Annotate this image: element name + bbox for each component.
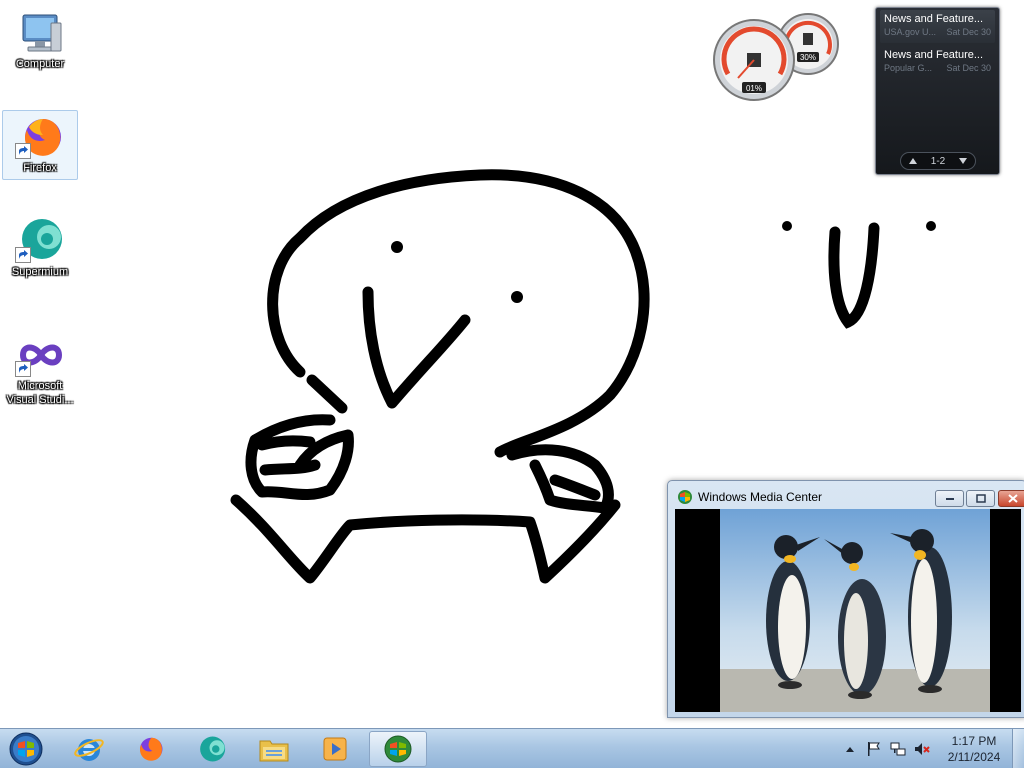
news-date: Sat Dec 30 [946, 63, 991, 73]
show-hidden-icons-button[interactable] [841, 740, 859, 758]
supermium-icon [200, 736, 226, 762]
show-desktop-button[interactable] [1012, 729, 1024, 768]
file-explorer-icon [259, 740, 289, 762]
news-page-indicator: 1-2 [930, 155, 946, 167]
news-title: News and Feature... [884, 13, 984, 25]
media-center-icon [678, 490, 692, 504]
previous-arrow-icon[interactable] [907, 155, 919, 167]
taskbar-media-center[interactable] [369, 731, 427, 767]
flag-icon [868, 742, 880, 756]
close-button[interactable] [998, 490, 1024, 507]
doodle-body [230, 494, 621, 584]
desktop-icon-label: Firefox [23, 162, 57, 174]
doodle-chin [306, 374, 348, 414]
media-viewer[interactable] [675, 509, 1021, 712]
cpu-meter-gadget[interactable]: 30% 01% [712, 8, 844, 104]
action-center-button[interactable] [865, 740, 883, 758]
media-center-icon [384, 735, 412, 763]
shortcut-arrow-icon [15, 143, 31, 159]
clock-time: 1:17 PM [951, 734, 997, 748]
window-titlebar[interactable]: Windows Media Center [668, 481, 1024, 509]
taskbar-file-explorer[interactable] [245, 731, 303, 767]
cpu-percent: 01% [746, 84, 762, 93]
penguins-photo [720, 509, 990, 712]
taskbar-firefox[interactable] [121, 731, 179, 767]
taskbar-internet-explorer[interactable] [60, 731, 118, 767]
close-icon [1008, 494, 1018, 503]
desktop-icon-label: Computer [15, 58, 65, 70]
doodle-small-face [828, 222, 880, 329]
desktop-icon-computer[interactable]: Computer [2, 6, 78, 76]
news-item[interactable]: News and Feature... Popular G... Sat Dec… [880, 46, 995, 79]
volume-button[interactable] [913, 740, 931, 758]
news-date: Sat Dec 30 [946, 27, 991, 37]
taskbar-clock[interactable]: 1:17 PM 2/11/2024 [942, 733, 1006, 765]
news-title: News and Feature... [884, 49, 984, 61]
desktop-icon-visual-studio[interactable]: Microsoft Visual Studi... [2, 328, 78, 406]
shortcut-arrow-icon [15, 247, 31, 263]
memory-percent: 30% [800, 53, 816, 62]
doodle-mouth [362, 286, 471, 409]
news-pager: 1-2 [900, 152, 976, 170]
clock-date: 2/11/2024 [947, 750, 1001, 764]
news-feed-gadget: News and Feature... USA.gov U... Sat Dec… [875, 7, 1000, 175]
news-source: USA.gov U... [884, 27, 937, 37]
start-button[interactable] [6, 730, 46, 768]
shortcut-arrow-icon [15, 361, 31, 377]
restore-button[interactable] [966, 490, 995, 507]
minimize-button[interactable] [935, 490, 964, 507]
firefox-icon [140, 737, 163, 761]
media-center-window: Windows Media Center [667, 480, 1024, 718]
volume-muted-icon [915, 743, 930, 755]
doodle-head [267, 169, 650, 458]
doodle-left-hand [245, 414, 354, 501]
news-source: Popular G... [884, 63, 933, 73]
desktop-icon-label: Microsoft Visual Studi... [6, 380, 74, 406]
window-title: Windows Media Center [698, 490, 823, 504]
desktop-icon-label: Supermium [11, 266, 69, 278]
taskbar-supermium[interactable] [183, 731, 241, 767]
start-orb-icon [9, 732, 43, 766]
doodle-right-hand [506, 444, 614, 514]
network-button[interactable] [889, 740, 907, 758]
media-player-icon [323, 737, 347, 761]
computer-icon [22, 14, 62, 52]
desktop-icon-supermium[interactable]: Supermium [2, 214, 78, 284]
next-arrow-icon[interactable] [957, 155, 969, 167]
network-icon [890, 742, 906, 756]
taskbar-media-player[interactable] [306, 731, 364, 767]
internet-explorer-icon [74, 739, 104, 761]
chevron-up-icon [846, 747, 854, 752]
news-item[interactable]: News and Feature... USA.gov U... Sat Dec… [880, 10, 995, 43]
desktop-icon-firefox[interactable]: Firefox [2, 110, 78, 180]
taskbar: 1:17 PM 2/11/2024 [0, 728, 1024, 768]
